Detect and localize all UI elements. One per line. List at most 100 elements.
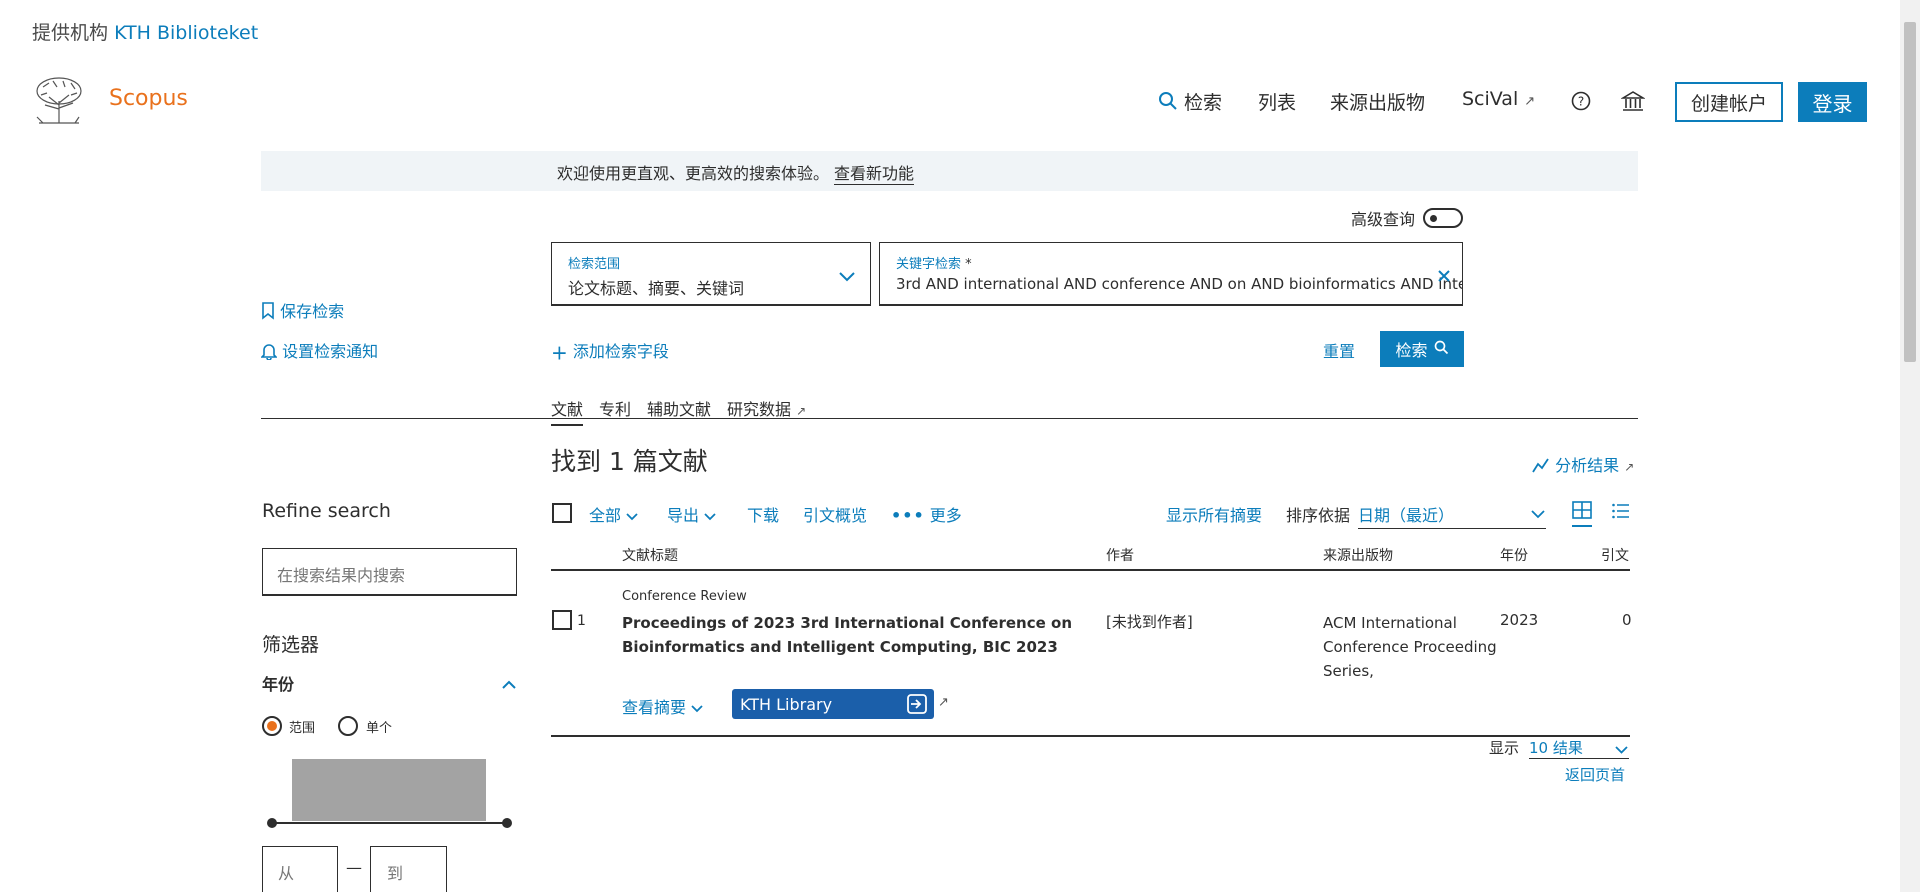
- advanced-query-label: 高级查询: [1351, 210, 1416, 229]
- row-citations[interactable]: 0: [1622, 611, 1632, 629]
- column-authors[interactable]: 作者: [1106, 545, 1134, 565]
- add-search-field-button[interactable]: + 添加检索字段: [551, 338, 669, 365]
- external-link-icon: ↗: [1624, 460, 1635, 474]
- tab-patents[interactable]: 专利: [599, 396, 631, 420]
- keyword-search-input[interactable]: 关键字检索 * 3rd AND international AND confer…: [879, 242, 1463, 306]
- year-slider-handle-min[interactable]: [267, 818, 277, 828]
- nav-search[interactable]: 检索: [1158, 88, 1222, 116]
- row-index: 1: [577, 613, 586, 629]
- sort-label: 排序依据: [1286, 506, 1351, 525]
- page-scrollbar[interactable]: [1900, 0, 1920, 892]
- all-dropdown[interactable]: 全部: [589, 502, 638, 526]
- banner-text: 欢迎使用更直观、更高效的搜索体验。: [557, 164, 830, 183]
- external-link-icon[interactable]: ↗: [938, 695, 949, 710]
- search-button[interactable]: 检索: [1380, 331, 1464, 367]
- institution-name[interactable]: KTH Biblioteket: [114, 22, 258, 44]
- nav-lists[interactable]: 列表: [1258, 88, 1296, 115]
- tab-secondary-documents[interactable]: 辅助文献: [647, 396, 711, 420]
- document-type: Conference Review: [622, 589, 747, 604]
- chevron-down-icon: [691, 698, 703, 717]
- show-all-abstracts-button[interactable]: 显示所有摘要: [1166, 502, 1262, 526]
- download-button[interactable]: 下载: [747, 502, 779, 526]
- radio-single[interactable]: [338, 716, 358, 736]
- document-title-link[interactable]: Proceedings of 2023 3rd International Co…: [622, 611, 1072, 659]
- analyze-results-link[interactable]: 分析结果 ↗: [1532, 452, 1634, 477]
- row-year: 2023: [1500, 611, 1539, 629]
- citation-overview-button[interactable]: 引文概览: [803, 502, 867, 526]
- column-source[interactable]: 来源出版物: [1323, 545, 1393, 565]
- svg-text:?: ?: [1578, 95, 1584, 109]
- chevron-down-icon: [704, 506, 716, 525]
- more-button[interactable]: ••• 更多: [891, 502, 962, 526]
- show-label: 显示: [1489, 739, 1520, 757]
- row-source-link[interactable]: ACM International Conference Proceeding …: [1323, 611, 1497, 683]
- column-title[interactable]: 文献标题: [622, 545, 678, 565]
- bell-icon: [260, 342, 278, 364]
- tab-research-data[interactable]: 研究数据 ↗: [727, 396, 806, 420]
- reset-button[interactable]: 重置: [1323, 338, 1355, 362]
- scopus-brand[interactable]: Scopus: [109, 86, 188, 111]
- help-icon[interactable]: ?: [1571, 91, 1591, 115]
- back-to-top-link[interactable]: 返回页首: [1565, 764, 1625, 785]
- year-from-input[interactable]: 从: [262, 846, 338, 892]
- clear-icon[interactable]: [1438, 267, 1450, 286]
- export-dropdown[interactable]: 导出: [667, 502, 716, 526]
- bookmark-icon: [261, 301, 275, 324]
- chevron-down-icon: [626, 506, 638, 525]
- radio-range[interactable]: [262, 716, 282, 736]
- year-histogram-bar: [292, 759, 486, 821]
- kth-library-button[interactable]: KTH Library: [732, 689, 934, 719]
- external-link-icon: ↗: [1524, 94, 1536, 109]
- year-slider-handle-max[interactable]: [502, 818, 512, 828]
- institution-line: 提供机构 KTH Biblioteket: [32, 22, 259, 44]
- tab-documents[interactable]: 文献: [551, 396, 584, 426]
- scrollbar-thumb[interactable]: [1904, 22, 1916, 362]
- year-to-input[interactable]: 到: [370, 846, 447, 892]
- table-row: 1 Conference Review Proceedings of 2023 …: [551, 580, 1632, 730]
- more-dots-icon: •••: [891, 506, 925, 525]
- column-citations[interactable]: 引文: [1601, 545, 1629, 565]
- row-authors: [未找到作者]: [1106, 613, 1193, 631]
- year-filter-title: 年份: [262, 675, 295, 694]
- search-icon: [1158, 91, 1178, 116]
- advanced-query-toggle[interactable]: [1423, 208, 1463, 228]
- plus-icon: +: [551, 340, 568, 365]
- view-abstract-button[interactable]: 查看摘要: [622, 694, 703, 718]
- row-checkbox[interactable]: [552, 610, 572, 630]
- search-within-results-input[interactable]: 在搜索结果内搜索: [262, 548, 517, 596]
- search-scope-select[interactable]: 检索范围 论文标题、摘要、关键词: [551, 242, 871, 306]
- sign-in-arrow-icon: [906, 693, 928, 719]
- table-bottom-divider: [551, 735, 1630, 737]
- nav-sources[interactable]: 来源出版物: [1330, 88, 1425, 115]
- chevron-down-icon: [1615, 740, 1628, 758]
- range-dash: —: [346, 858, 362, 877]
- table-header-divider: [551, 569, 1630, 571]
- elsevier-tree-logo[interactable]: [31, 75, 87, 125]
- grid-view-icon[interactable]: [1572, 501, 1592, 527]
- search-icon: [1434, 340, 1449, 359]
- institution-icon[interactable]: [1620, 89, 1646, 117]
- year-slider-track: [271, 822, 507, 824]
- chevron-down-icon: [1531, 504, 1545, 523]
- column-year[interactable]: 年份: [1500, 545, 1528, 565]
- results-per-page-select[interactable]: 10 结果: [1529, 737, 1629, 759]
- welcome-banner: [261, 151, 1638, 191]
- list-view-icon[interactable]: [1612, 503, 1630, 523]
- set-alert-link[interactable]: 设置检索通知: [260, 338, 378, 364]
- login-button[interactable]: 登录: [1798, 82, 1867, 122]
- sort-select[interactable]: 日期（最近）: [1358, 502, 1546, 529]
- filters-title: 筛选器: [262, 634, 320, 656]
- select-all-checkbox[interactable]: [552, 503, 572, 523]
- chevron-down-icon: [839, 267, 855, 286]
- tabs-divider: [261, 418, 1638, 419]
- save-search-link[interactable]: 保存检索: [261, 298, 344, 324]
- radio-range-label: 范围: [289, 721, 316, 736]
- results-heading: 找到 1 篇文献: [551, 447, 708, 476]
- trend-chart-icon: [1532, 457, 1550, 477]
- radio-single-label: 单个: [366, 721, 393, 736]
- refine-search-title: Refine search: [262, 500, 391, 522]
- nav-scival[interactable]: SciVal ↗: [1462, 88, 1535, 110]
- create-account-button[interactable]: 创建帐户: [1675, 82, 1783, 122]
- banner-link[interactable]: 查看新功能: [834, 160, 915, 185]
- chevron-up-icon[interactable]: [502, 674, 516, 693]
